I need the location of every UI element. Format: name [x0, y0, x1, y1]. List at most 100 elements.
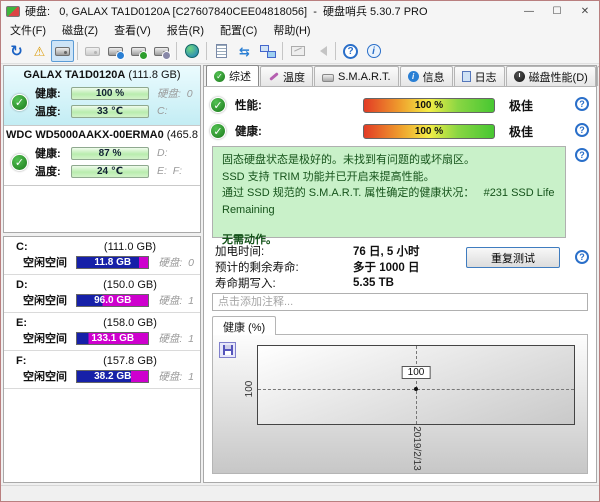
disk-ok-icon[interactable] [127, 40, 150, 62]
sound-icon[interactable] [309, 40, 332, 62]
partition-size: (157.8 GB) [70, 355, 190, 367]
partition-entry-d[interactable]: D: (150.0 GB) 空闲空间 96.0 GB 硬盘: 1 [4, 275, 200, 313]
retest-button[interactable]: 重复测试 [466, 247, 560, 268]
menu-file[interactable]: 文件(F) [2, 20, 54, 40]
smart-disk-icon [322, 74, 334, 82]
disk-index: 硬盘: 1 [158, 331, 194, 346]
toolbar-separator [335, 42, 336, 60]
drive-letters: C: [157, 105, 168, 117]
window-title: 硬盘: 0, GALAX TA1D0120A [C27607840CEE0481… [25, 3, 515, 19]
network-disks-icon[interactable] [180, 40, 203, 62]
main-area: GALAX TA1D0120A (111.8 GB) 健康: 100 % 硬盘:… [1, 64, 599, 485]
performance-gauge-icon [514, 71, 525, 82]
thermometer-icon [268, 71, 279, 82]
health-bar: 87 % [71, 147, 149, 160]
chart-gridline-vertical [416, 346, 417, 424]
app-icon [6, 6, 20, 17]
menu-report[interactable]: 报告(R) [159, 20, 212, 40]
drive-ok-icon [11, 94, 28, 111]
partition-letter: E: [16, 317, 70, 329]
drive-letters: D: [157, 147, 168, 159]
disk-index: 硬盘: 0 [158, 255, 194, 270]
disk-history-icon[interactable] [104, 40, 127, 62]
temp-bar: 24 ℃ [71, 165, 149, 178]
chart-data-point [414, 387, 418, 391]
drive-ok-icon [11, 154, 28, 171]
power-on-time-value: 76 日, 5 小时 [353, 243, 419, 259]
save-chart-button[interactable] [219, 342, 236, 358]
retest-help-icon[interactable] [575, 250, 589, 264]
status-line: 固态硬盘状态是极好的。未找到有问题的或坏扇区。 [222, 152, 556, 169]
health-row: 健康: 100 % 极佳 [210, 119, 568, 143]
refresh-icon[interactable]: ↻ [5, 40, 28, 62]
tab-log[interactable]: 日志 [454, 66, 505, 86]
maximize-button[interactable]: ☐ [543, 2, 571, 21]
partition-list: C: (111.0 GB) 空闲空间 11.8 GB 硬盘: 0 D: (150… [3, 236, 201, 483]
health-bar: 100 % [363, 124, 495, 139]
menu-help[interactable]: 帮助(H) [265, 20, 318, 40]
toolbar-separator [282, 42, 283, 60]
drive-size: (465.8 GB) [167, 129, 201, 141]
overview-disk-icon[interactable] [51, 40, 74, 62]
tab-overview[interactable]: 综述 [206, 65, 259, 86]
overview-check-icon [214, 71, 225, 82]
free-space-label: 空闲空间 [23, 330, 76, 346]
free-space-label: 空闲空间 [23, 254, 76, 270]
chart-tab-health[interactable]: 健康 (%) [212, 316, 276, 335]
lifetime-writes-label: 寿命期写入: [215, 275, 353, 291]
performance-rating: 极佳 [509, 97, 533, 114]
menu-config[interactable]: 配置(C) [212, 20, 265, 40]
tab-disk-performance[interactable]: 磁盘性能(D) [506, 66, 596, 86]
alert-globe-icon[interactable]: ⚠ [28, 40, 51, 62]
health-ok-icon [210, 123, 226, 139]
performance-ok-icon [210, 97, 226, 113]
partition-entry-c[interactable]: C: (111.0 GB) 空闲空间 11.8 GB 硬盘: 0 [4, 237, 200, 275]
free-space-bar: 133.1 GB [76, 332, 149, 345]
status-line: SSD 支持 TRIM 功能并已开启来提高性能。 [222, 169, 556, 186]
drive-entry-galax[interactable]: GALAX TA1D0120A (111.8 GB) 健康: 100 % 硬盘:… [4, 66, 200, 126]
chart-point-label: 100 [402, 366, 431, 379]
sync-icon[interactable]: ⇆ [233, 40, 256, 62]
health-rating: 极佳 [509, 123, 533, 140]
remote-monitor-icon[interactable] [256, 40, 279, 62]
status-line: 通过 SSD 规范的 S.M.A.R.T. 属性确定的健康状况： #231 SS… [222, 185, 556, 218]
minimize-button[interactable]: — [515, 2, 543, 21]
partition-entry-f[interactable]: F: (157.8 GB) 空闲空间 38.2 GB 硬盘: 1 [4, 351, 200, 389]
note-input[interactable] [212, 293, 588, 311]
drive-entry-wdc[interactable]: WDC WD5000AAKX-00ERMA0 (465.8 GB) 健康: 87… [4, 126, 200, 186]
health-label: 健康: [35, 145, 71, 161]
chart-y-tick: 100 [244, 381, 255, 398]
health-label: 健康: [35, 85, 71, 101]
monitor-edit-icon[interactable] [286, 40, 309, 62]
info-balloon-icon [408, 71, 419, 82]
chart-plot-area: 100 100 2019/2/13 [257, 345, 575, 425]
menu-view[interactable]: 查看(V) [106, 20, 159, 40]
menu-disk[interactable]: 磁盘(Z) [54, 20, 106, 40]
content-panel: 综述 温度 S.M.A.R.T. 信息 日志 磁盘性能(D) 警报(A) 性能:… [203, 65, 597, 483]
status-help-icon[interactable] [575, 148, 589, 162]
disk-index: 硬盘: 0 [157, 86, 193, 101]
partition-letter: D: [16, 279, 70, 291]
partition-entry-e[interactable]: E: (158.0 GB) 空闲空间 133.1 GB 硬盘: 1 [4, 313, 200, 351]
disk-surface-test-icon[interactable] [150, 40, 173, 62]
remaining-lifetime-label: 预计的剩余寿命: [215, 259, 353, 275]
tab-information[interactable]: 信息 [400, 66, 453, 86]
tab-temperature[interactable]: 温度 [260, 66, 313, 86]
close-button[interactable]: ✕ [571, 2, 599, 21]
sidebar: GALAX TA1D0120A (111.8 GB) 健康: 100 % 硬盘:… [1, 64, 203, 485]
help-icon[interactable] [339, 40, 362, 62]
detect-disk-icon[interactable] [81, 40, 104, 62]
performance-help-icon[interactable] [575, 97, 589, 111]
drive-name: GALAX TA1D0120A [23, 69, 125, 81]
temp-bar: 33 ℃ [71, 105, 149, 118]
partition-size: (158.0 GB) [70, 317, 190, 329]
tab-smart[interactable]: S.M.A.R.T. [314, 66, 399, 86]
menu-bar: 文件(F) 磁盘(Z) 查看(V) 报告(R) 配置(C) 帮助(H) [1, 21, 599, 39]
partition-size: (150.0 GB) [70, 279, 190, 291]
partition-letter: F: [16, 355, 70, 367]
report-icon[interactable] [210, 40, 233, 62]
disk-index: 硬盘: 1 [158, 293, 194, 308]
toolbar-separator [77, 42, 78, 60]
health-help-icon[interactable] [575, 123, 589, 137]
info-icon[interactable] [362, 40, 385, 62]
